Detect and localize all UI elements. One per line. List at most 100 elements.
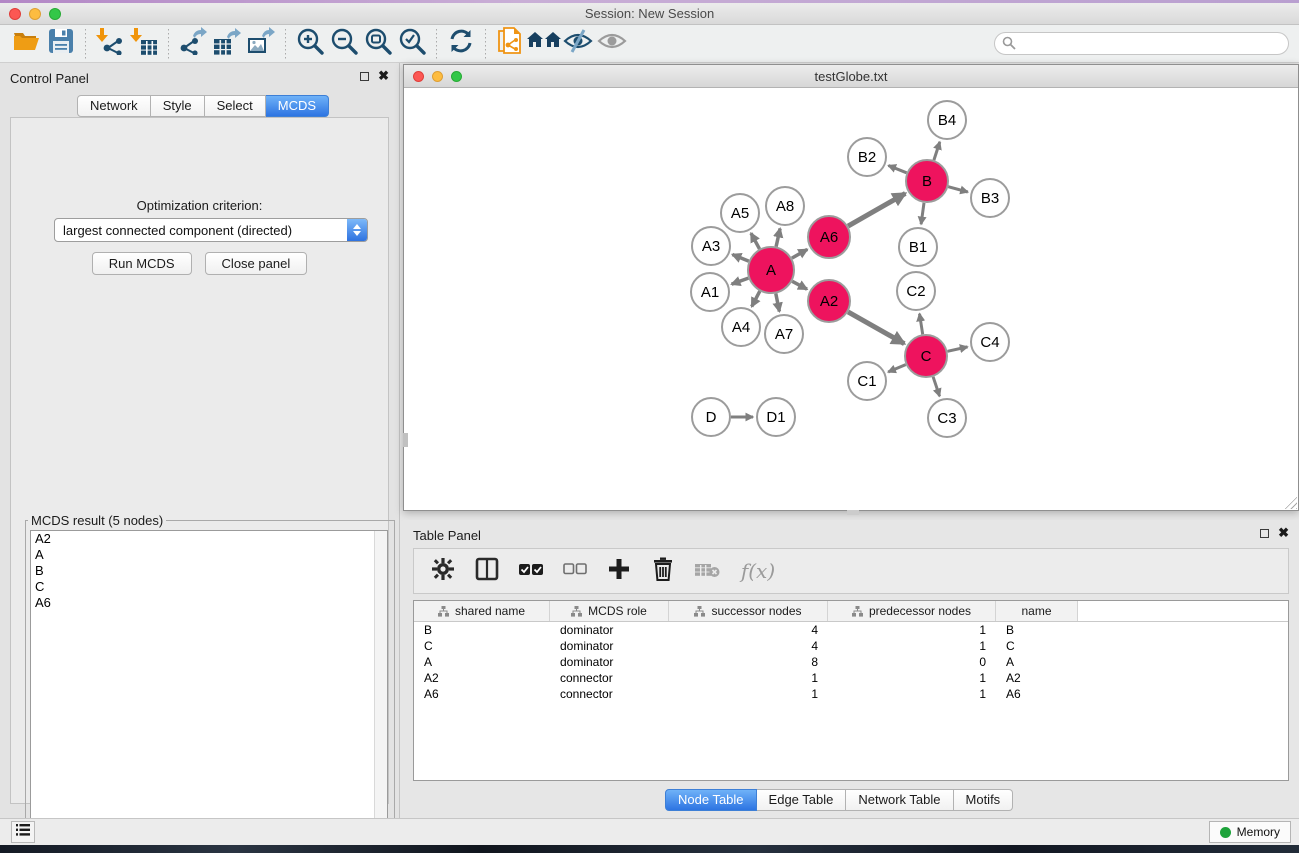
cell-predecessor-nodes[interactable]: 1	[828, 638, 996, 654]
result-scrollbar[interactable]	[374, 531, 387, 847]
tab-node-table[interactable]: Node Table	[665, 789, 757, 811]
cell-shared-name[interactable]: A6	[414, 686, 550, 702]
cell-name[interactable]: A2	[996, 670, 1078, 686]
mcds-result-item[interactable]: A	[31, 547, 387, 563]
cell-mcds-role[interactable]: connector	[550, 670, 669, 686]
edge-A-A3[interactable]	[732, 255, 748, 262]
edge-B-B4[interactable]	[934, 142, 940, 160]
tab-mcds[interactable]: MCDS	[266, 95, 329, 117]
table-settings-button[interactable]	[428, 556, 458, 586]
edge-C-C3[interactable]	[933, 377, 940, 396]
edge-B-B3[interactable]	[948, 187, 968, 192]
run-mcds-button[interactable]: Run MCDS	[92, 252, 192, 275]
memory-button[interactable]: Memory	[1209, 821, 1291, 843]
zoom-in-button[interactable]	[293, 28, 327, 60]
select-all-button[interactable]	[516, 556, 546, 586]
cell-mcds-role[interactable]: dominator	[550, 622, 669, 638]
zoom-fit-button[interactable]	[361, 28, 395, 60]
cell-name[interactable]: A6	[996, 686, 1078, 702]
edge-B-B2[interactable]	[888, 166, 906, 173]
network-canvas[interactable]: AA1A2A3A4A5A6A7A8BB1B2B3B4CC1C2C3C4DD1	[404, 88, 1298, 510]
cell-predecessor-nodes[interactable]: 1	[828, 622, 996, 638]
cell-predecessor-nodes[interactable]: 0	[828, 654, 996, 670]
cell-mcds-role[interactable]: connector	[550, 686, 669, 702]
cell-name[interactable]: C	[996, 638, 1078, 654]
open-session-button[interactable]	[10, 28, 44, 60]
cell-shared-name[interactable]: A2	[414, 670, 550, 686]
import-network-button[interactable]	[93, 28, 127, 60]
export-network-button[interactable]	[176, 28, 210, 60]
column-header-shared-name[interactable]: shared name	[414, 601, 550, 621]
table-row[interactable]: Adominator80A	[414, 654, 1288, 670]
mcds-result-item[interactable]: A6	[31, 595, 387, 611]
edge-A-A8[interactable]	[776, 229, 780, 247]
tab-motifs[interactable]: Motifs	[954, 789, 1014, 811]
deselect-all-button[interactable]	[560, 556, 590, 586]
close-panel-button[interactable]: Close panel	[205, 252, 308, 275]
cell-name[interactable]: A	[996, 654, 1078, 670]
cell-predecessor-nodes[interactable]: 1	[828, 686, 996, 702]
table-row[interactable]: A6connector11A6	[414, 686, 1288, 702]
float-panel-icon[interactable]	[360, 72, 369, 81]
export-image-button[interactable]	[244, 28, 278, 60]
column-header-mcds-role[interactable]: MCDS role	[550, 601, 669, 621]
cell-successor-nodes[interactable]: 4	[669, 622, 828, 638]
delete-column-button[interactable]	[648, 556, 678, 586]
tab-network[interactable]: Network	[77, 95, 151, 117]
close-panel-icon[interactable]: ✖	[378, 71, 389, 81]
cell-mcds-role[interactable]: dominator	[550, 638, 669, 654]
table-row[interactable]: A2connector11A2	[414, 670, 1288, 686]
column-header-name[interactable]: name	[996, 601, 1078, 621]
tab-edge-table[interactable]: Edge Table	[757, 789, 847, 811]
search-input[interactable]	[994, 32, 1289, 55]
network-window-titlebar[interactable]: testGlobe.txt	[404, 65, 1298, 88]
edge-A-A2[interactable]	[792, 281, 807, 289]
float-table-panel-icon[interactable]	[1260, 529, 1269, 538]
mcds-result-item[interactable]: C	[31, 579, 387, 595]
edge-C-C2[interactable]	[920, 314, 923, 335]
import-table-button[interactable]	[127, 28, 161, 60]
zoom-selected-button[interactable]	[395, 28, 429, 60]
cell-successor-nodes[interactable]: 1	[669, 670, 828, 686]
clone-network-button[interactable]	[493, 28, 527, 60]
edge-B-B1[interactable]	[921, 203, 924, 224]
home-views-button[interactable]	[527, 28, 561, 60]
cell-name[interactable]: B	[996, 622, 1078, 638]
save-session-button[interactable]	[44, 28, 78, 60]
zoom-out-button[interactable]	[327, 28, 361, 60]
mcds-result-list[interactable]: A2ABCA6	[30, 530, 388, 848]
show-columns-button[interactable]	[472, 556, 502, 586]
cell-successor-nodes[interactable]: 4	[669, 638, 828, 654]
criterion-select[interactable]: largest connected component (directed)	[54, 218, 368, 242]
edge-A-A1[interactable]	[732, 278, 749, 284]
cell-successor-nodes[interactable]: 1	[669, 686, 828, 702]
edge-C-C4[interactable]	[948, 347, 968, 351]
tab-style[interactable]: Style	[151, 95, 205, 117]
task-history-button[interactable]	[11, 821, 35, 843]
edge-A-A4[interactable]	[752, 291, 760, 306]
cell-successor-nodes[interactable]: 8	[669, 654, 828, 670]
cell-predecessor-nodes[interactable]: 1	[828, 670, 996, 686]
cell-shared-name[interactable]: B	[414, 622, 550, 638]
create-column-button[interactable]	[604, 556, 634, 586]
cell-shared-name[interactable]: C	[414, 638, 550, 654]
mcds-result-item[interactable]: B	[31, 563, 387, 579]
edge-A-A6[interactable]	[792, 249, 807, 258]
edge-A6-B[interactable]	[848, 193, 905, 226]
table-row[interactable]: Cdominator41C	[414, 638, 1288, 654]
export-table-button[interactable]	[210, 28, 244, 60]
tab-network-table[interactable]: Network Table	[846, 789, 953, 811]
edge-A-A7[interactable]	[776, 294, 780, 312]
edge-C-C1[interactable]	[888, 365, 906, 372]
delete-table-button[interactable]	[692, 556, 722, 586]
edge-A-A5[interactable]	[751, 233, 760, 249]
cell-mcds-role[interactable]: dominator	[550, 654, 669, 670]
edge-A2-C[interactable]	[848, 312, 904, 344]
hide-details-button[interactable]	[561, 28, 595, 60]
show-details-button[interactable]	[595, 28, 629, 60]
function-builder-button[interactable]: f(x)	[736, 556, 780, 586]
column-header-predecessor-nodes[interactable]: predecessor nodes	[828, 601, 996, 621]
refresh-button[interactable]	[444, 28, 478, 60]
column-header-successor-nodes[interactable]: successor nodes	[669, 601, 828, 621]
table-row[interactable]: Bdominator41B	[414, 622, 1288, 638]
